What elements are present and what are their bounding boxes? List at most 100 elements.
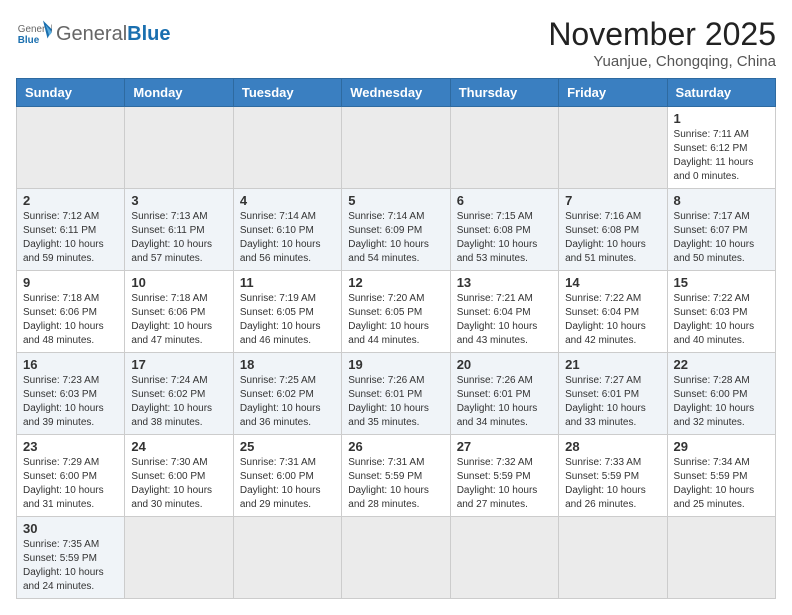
weekday-header-friday: Friday	[559, 79, 667, 107]
day-info: Sunrise: 7:22 AM Sunset: 6:04 PM Dayligh…	[565, 292, 660, 348]
day-number: 19	[348, 357, 443, 372]
day-number: 26	[348, 439, 443, 454]
logo-blue-text: Blue	[127, 23, 170, 45]
day-number: 5	[348, 193, 443, 208]
header: General Blue GeneralBlue November 2025 Y…	[16, 16, 776, 70]
day-info: Sunrise: 7:26 AM Sunset: 6:01 PM Dayligh…	[457, 374, 552, 430]
day-number: 9	[23, 275, 118, 290]
day-number: 13	[457, 275, 552, 290]
calendar-cell: 18 Sunrise: 7:25 AM Sunset: 6:02 PM Dayli…	[233, 353, 341, 435]
day-number: 30	[23, 521, 118, 536]
calendar-cell: 4Sunrise: 7:14 AM Sunset: 6:10 PM Daylig…	[233, 189, 341, 271]
day-info: Sunrise: 7:22 AM Sunset: 6:03 PM Dayligh…	[674, 292, 769, 348]
day-info: Sunrise: 7:18 AM Sunset: 6:06 PM Dayligh…	[23, 292, 118, 348]
calendar-cell: 15Sunrise: 7:22 AM Sunset: 6:03 PM Dayli…	[667, 271, 775, 353]
calendar-cell: 20 Sunrise: 7:26 AM Sunset: 6:01 PM Dayli…	[450, 353, 558, 435]
logo-icon: General Blue	[16, 16, 52, 52]
day-number: 23	[23, 439, 118, 454]
day-number: 6	[457, 193, 552, 208]
weekday-header-sunday: Sunday	[17, 79, 125, 107]
calendar-cell: 5Sunrise: 7:14 AM Sunset: 6:09 PM Daylig…	[342, 189, 450, 271]
weekday-header-wednesday: Wednesday	[342, 79, 450, 107]
calendar-cell	[342, 107, 450, 189]
day-info: Sunrise: 7:27 AM Sunset: 6:01 PM Dayligh…	[565, 374, 660, 430]
calendar-cell: 22 Sunrise: 7:28 AM Sunset: 6:00 PM Dayli…	[667, 353, 775, 435]
day-info: Sunrise: 7:31 AM Sunset: 6:00 PM Dayligh…	[240, 456, 335, 512]
calendar-cell: 21Sunrise: 7:27 AM Sunset: 6:01 PM Dayli…	[559, 353, 667, 435]
calendar-cell	[559, 517, 667, 599]
calendar-cell: 19 Sunrise: 7:26 AM Sunset: 6:01 PM Dayli…	[342, 353, 450, 435]
day-info: Sunrise: 7:24 AM Sunset: 6:02 PM Dayligh…	[131, 374, 226, 430]
calendar-cell: 11 Sunrise: 7:19 AM Sunset: 6:05 PM Dayli…	[233, 271, 341, 353]
calendar-cell	[667, 517, 775, 599]
calendar-cell: 8 Sunrise: 7:17 AM Sunset: 6:07 PM Daylig…	[667, 189, 775, 271]
logo: General Blue GeneralBlue	[16, 16, 171, 52]
day-number: 4	[240, 193, 335, 208]
calendar-cell: 25Sunrise: 7:31 AM Sunset: 6:00 PM Dayli…	[233, 435, 341, 517]
day-number: 17	[131, 357, 226, 372]
calendar-cell	[17, 107, 125, 189]
day-number: 11	[240, 275, 335, 290]
logo-general-text: General	[56, 23, 127, 45]
calendar-cell: 3Sunrise: 7:13 AM Sunset: 6:11 PM Daylig…	[125, 189, 233, 271]
calendar-cell: 7Sunrise: 7:16 AM Sunset: 6:08 PM Daylig…	[559, 189, 667, 271]
day-info: Sunrise: 7:31 AM Sunset: 5:59 PM Dayligh…	[348, 456, 443, 512]
day-info: Sunrise: 7:30 AM Sunset: 6:00 PM Dayligh…	[131, 456, 226, 512]
day-info: Sunrise: 7:23 AM Sunset: 6:03 PM Dayligh…	[23, 374, 118, 430]
day-number: 22	[674, 357, 769, 372]
day-number: 18	[240, 357, 335, 372]
day-info: Sunrise: 7:29 AM Sunset: 6:00 PM Dayligh…	[23, 456, 118, 512]
calendar-cell	[450, 107, 558, 189]
day-number: 8	[674, 193, 769, 208]
calendar-cell	[233, 107, 341, 189]
calendar-row-5: 30Sunrise: 7:35 AM Sunset: 5:59 PM Dayli…	[17, 517, 776, 599]
calendar-cell: 24 Sunrise: 7:30 AM Sunset: 6:00 PM Dayli…	[125, 435, 233, 517]
calendar-cell: 16 Sunrise: 7:23 AM Sunset: 6:03 PM Dayli…	[17, 353, 125, 435]
calendar-cell	[342, 517, 450, 599]
calendar-cell	[559, 107, 667, 189]
month-title: November 2025	[548, 16, 776, 53]
calendar-cell: 29 Sunrise: 7:34 AM Sunset: 5:59 PM Dayli…	[667, 435, 775, 517]
calendar-cell: 12Sunrise: 7:20 AM Sunset: 6:05 PM Dayli…	[342, 271, 450, 353]
weekday-header-tuesday: Tuesday	[233, 79, 341, 107]
day-number: 20	[457, 357, 552, 372]
day-number: 14	[565, 275, 660, 290]
day-info: Sunrise: 7:28 AM Sunset: 6:00 PM Dayligh…	[674, 374, 769, 430]
day-info: Sunrise: 7:17 AM Sunset: 6:07 PM Dayligh…	[674, 210, 769, 266]
calendar-cell: 14 Sunrise: 7:22 AM Sunset: 6:04 PM Dayli…	[559, 271, 667, 353]
weekday-header-saturday: Saturday	[667, 79, 775, 107]
day-info: Sunrise: 7:32 AM Sunset: 5:59 PM Dayligh…	[457, 456, 552, 512]
day-number: 10	[131, 275, 226, 290]
calendar-row-2: 9 Sunrise: 7:18 AM Sunset: 6:06 PM Daylig…	[17, 271, 776, 353]
day-number: 24	[131, 439, 226, 454]
calendar-cell: 13 Sunrise: 7:21 AM Sunset: 6:04 PM Dayli…	[450, 271, 558, 353]
day-info: Sunrise: 7:21 AM Sunset: 6:04 PM Dayligh…	[457, 292, 552, 348]
calendar-cell: 6Sunrise: 7:15 AM Sunset: 6:08 PM Daylig…	[450, 189, 558, 271]
calendar-cell	[450, 517, 558, 599]
day-number: 12	[348, 275, 443, 290]
calendar-cell: 9 Sunrise: 7:18 AM Sunset: 6:06 PM Daylig…	[17, 271, 125, 353]
day-info: Sunrise: 7:12 AM Sunset: 6:11 PM Dayligh…	[23, 210, 118, 266]
calendar-cell	[233, 517, 341, 599]
calendar-row-0: 1Sunrise: 7:11 AM Sunset: 6:12 PM Daylig…	[17, 107, 776, 189]
calendar-cell	[125, 107, 233, 189]
day-info: Sunrise: 7:19 AM Sunset: 6:05 PM Dayligh…	[240, 292, 335, 348]
day-number: 29	[674, 439, 769, 454]
calendar-row-3: 16 Sunrise: 7:23 AM Sunset: 6:03 PM Dayli…	[17, 353, 776, 435]
day-info: Sunrise: 7:34 AM Sunset: 5:59 PM Dayligh…	[674, 456, 769, 512]
day-info: Sunrise: 7:25 AM Sunset: 6:02 PM Dayligh…	[240, 374, 335, 430]
day-info: Sunrise: 7:13 AM Sunset: 6:11 PM Dayligh…	[131, 210, 226, 266]
svg-text:Blue: Blue	[18, 35, 40, 46]
weekday-header-thursday: Thursday	[450, 79, 558, 107]
calendar-cell: 23 Sunrise: 7:29 AM Sunset: 6:00 PM Dayli…	[17, 435, 125, 517]
day-info: Sunrise: 7:18 AM Sunset: 6:06 PM Dayligh…	[131, 292, 226, 348]
day-number: 16	[23, 357, 118, 372]
calendar-cell: 26 Sunrise: 7:31 AM Sunset: 5:59 PM Dayli…	[342, 435, 450, 517]
day-number: 27	[457, 439, 552, 454]
day-number: 1	[674, 111, 769, 126]
calendar-cell: 27 Sunrise: 7:32 AM Sunset: 5:59 PM Dayli…	[450, 435, 558, 517]
calendar-cell: 28Sunrise: 7:33 AM Sunset: 5:59 PM Dayli…	[559, 435, 667, 517]
location: Yuanjue, Chongqing, China	[548, 53, 776, 70]
day-info: Sunrise: 7:26 AM Sunset: 6:01 PM Dayligh…	[348, 374, 443, 430]
calendar-cell: 2Sunrise: 7:12 AM Sunset: 6:11 PM Daylig…	[17, 189, 125, 271]
